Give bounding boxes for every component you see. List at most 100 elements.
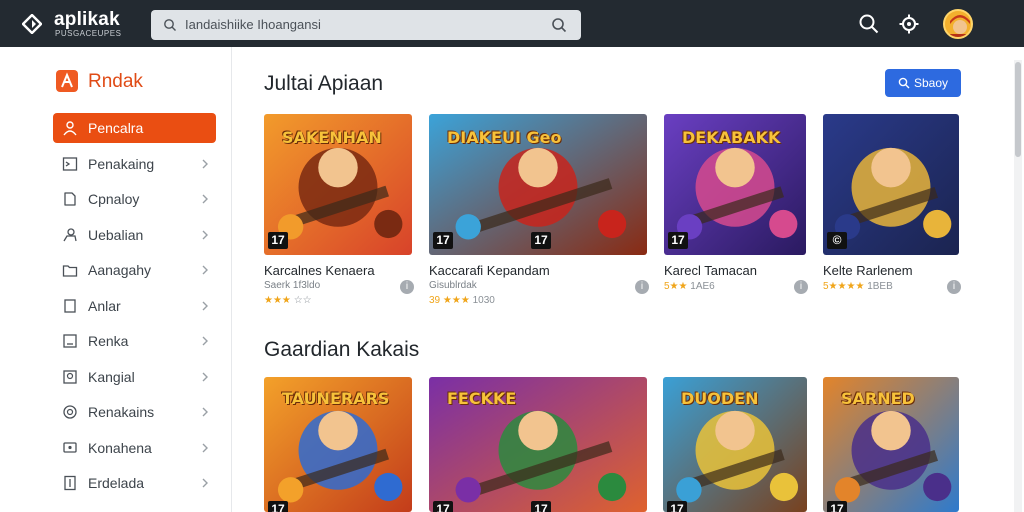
chevron-right-icon (202, 336, 208, 346)
rating-count: ☆☆ (293, 295, 312, 306)
rating-stars: 5★★ (664, 281, 688, 292)
chevron-right-icon (202, 478, 208, 488)
top-bar: aplikak PUSGACEUPES Iandaishiike Ihoanga… (0, 0, 1024, 47)
game-developer: Gisublrdak (429, 280, 477, 291)
game-card-artwork[interactable]: TAUNERARS 17 (264, 377, 412, 512)
sidebar-item-label: Konahena (88, 439, 152, 456)
game-card-artwork[interactable]: DUODEN 17 (663, 377, 807, 512)
sidebar-item-label: Penakaing (88, 155, 155, 172)
age-rating-badge: 17 (433, 501, 453, 512)
section-title-featured: Jultai Apiaan (264, 72, 384, 95)
folder-icon (62, 265, 78, 277)
info-icon[interactable]: i (400, 280, 414, 294)
game-card-artwork[interactable]: © (823, 114, 959, 255)
sidebar-item-pencalra[interactable]: Pencalra (53, 113, 216, 143)
game-art-title: SARNED (841, 389, 915, 408)
chevron-right-icon (202, 230, 208, 239)
age-rating-badge: 17 (268, 501, 288, 512)
info-icon[interactable]: i (794, 280, 808, 294)
game-art-title: DEKABAKK (682, 128, 781, 147)
doc-icon (64, 192, 76, 206)
rating-count: 1BEB (867, 281, 893, 292)
search-input[interactable]: Iandaishiike Ihoangansi (185, 17, 321, 32)
sidebar-item-label: Renka (88, 333, 129, 349)
game-title[interactable]: Kelte Rarlenem (823, 263, 913, 278)
chevron-right-icon (202, 301, 208, 310)
search-icon[interactable] (858, 13, 880, 35)
sidebar-item-label: Aanagahy (88, 262, 152, 278)
info-icon[interactable]: i (947, 280, 961, 294)
game-art-title: SAKENHAN (282, 128, 382, 147)
game-card-artwork[interactable]: SARNED 17 (823, 377, 959, 512)
file-icon (64, 475, 76, 491)
user-icon (63, 121, 77, 136)
sidebar-item-label: Anlar (88, 297, 121, 314)
game-rating: 39 ★★★ 1030 (429, 295, 495, 306)
game-art-title: DIAKEUI Geo (447, 128, 562, 147)
rating-count: 1030 (472, 295, 495, 306)
game-card-artwork[interactable]: SAKENHAN 17 (264, 114, 412, 255)
game-rating: 5★★★★ 1BEB (823, 281, 893, 292)
game-developer: Saerk 1f3ldo (264, 280, 321, 291)
sidebar-item-label: Erdelada (88, 475, 145, 491)
scrollbar-thumb[interactable] (1015, 62, 1021, 157)
app-logo-icon (56, 70, 78, 92)
sidebar-item-konahena[interactable]: Konahena (53, 433, 216, 463)
image-icon (63, 369, 77, 384)
brand-tagline: PUSGACEUPES (55, 29, 122, 38)
sidebar-item-label: Uebalian (88, 226, 144, 243)
circle-icon (63, 405, 77, 419)
search-icon (898, 77, 910, 89)
search-bar[interactable]: Iandaishiike Ihoangansi (151, 10, 581, 40)
game-card-artwork[interactable]: DIAKEUI Geo 17 17 (429, 114, 647, 255)
rating-count: 1AE6 (690, 281, 715, 292)
sidebar-title: Rndak (88, 71, 143, 92)
game-art-title: DUODEN (681, 389, 759, 408)
sidebar-item-erdelada[interactable]: Erdelada (53, 468, 216, 498)
view-all-button[interactable]: Sbaoy (885, 69, 961, 97)
person-icon (63, 227, 77, 241)
sidebar-item-renka[interactable]: Renka (53, 326, 216, 356)
chevron-right-icon (202, 194, 208, 204)
info-icon[interactable]: i (635, 280, 649, 294)
page-icon (64, 298, 76, 313)
sidebar-item-label: Pencalra (88, 120, 144, 136)
age-rating-badge: 17 (531, 232, 551, 249)
rating-stars: ★★★ (264, 295, 291, 306)
game-title[interactable]: Karcalnes Kenaera (264, 263, 375, 278)
game-card-artwork[interactable]: DEKABAKK 17 (664, 114, 806, 255)
search-submit-icon[interactable] (551, 17, 567, 33)
avatar[interactable] (943, 9, 973, 39)
sidebar-item-label: Cpnaloy (88, 191, 140, 207)
chevron-right-icon (202, 265, 208, 275)
age-rating-badge: 17 (668, 232, 688, 249)
terminal-icon (62, 156, 78, 171)
age-rating-badge: 17 (667, 501, 687, 512)
sidebar-item-renakains[interactable]: Renakains (53, 397, 216, 427)
game-art-title: FECKKE (447, 389, 517, 408)
sidebar-item-label: Renakains (88, 404, 155, 420)
sidebar-item-kangial[interactable]: Kangial (53, 362, 216, 392)
settings-icon[interactable] (898, 13, 920, 35)
game-title[interactable]: Kaccarafi Kepandam (429, 263, 550, 278)
game-rating: 5★★ 1AE6 (664, 281, 715, 292)
age-rating-badge: 17 (531, 501, 551, 512)
age-rating-badge: 17 (433, 232, 453, 249)
age-rating-badge: © (827, 232, 847, 249)
game-title[interactable]: Karecl Tamacan (664, 263, 757, 278)
game-rating: ★★★ ☆☆ (264, 295, 312, 306)
sidebar-item-cpnaloy[interactable]: Cpnaloy (53, 184, 216, 214)
box-icon (63, 334, 77, 348)
section-title-games: Gaardian Kakais (264, 338, 420, 361)
brand-name: aplikak (54, 9, 120, 30)
sidebar-item-uebalian[interactable]: Uebalian (53, 220, 216, 250)
sidebar-item-anlar[interactable]: Anlar (53, 291, 216, 321)
rating-stars: 39 ★★★ (429, 295, 470, 306)
search-icon (164, 19, 176, 31)
sidebar-item-penakaing[interactable]: Penakaing (53, 149, 216, 179)
chevron-right-icon (202, 372, 208, 381)
sidebar-item-aanagahy[interactable]: Aanagahy (53, 255, 216, 285)
logo-icon (22, 14, 42, 34)
game-card-artwork[interactable]: FECKKE 17 17 (429, 377, 647, 512)
chevron-right-icon (202, 407, 208, 417)
